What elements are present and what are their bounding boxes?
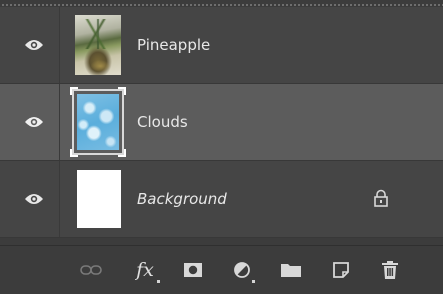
mask-icon: [184, 263, 202, 277]
layers-panel: Pineapple Clouds Background: [0, 7, 443, 238]
adjustment-icon: [234, 262, 250, 278]
add-mask-button[interactable]: [180, 258, 206, 282]
layer-name[interactable]: Background: [137, 190, 227, 208]
clouds-thumbnail-image: [77, 94, 119, 150]
new-layer-icon: [333, 262, 349, 278]
submenu-indicator: [157, 280, 160, 283]
eye-icon[interactable]: [24, 115, 44, 129]
folder-icon: [281, 264, 301, 277]
link-layers-button[interactable]: [78, 258, 104, 282]
visibility-toggle[interactable]: [0, 7, 60, 83]
layer-thumbnail[interactable]: [75, 15, 121, 75]
new-group-button[interactable]: [278, 258, 304, 282]
eye-icon[interactable]: [24, 38, 44, 52]
lock-icon[interactable]: [373, 189, 389, 207]
link-icon: [80, 265, 102, 275]
layers-toolbar: fx: [0, 245, 443, 294]
selection-corner: [70, 149, 78, 157]
adjustment-layer-button[interactable]: [229, 258, 255, 283]
trash-icon: [382, 261, 398, 279]
fx-icon: fx: [136, 258, 154, 281]
selection-corner: [70, 87, 78, 95]
selection-corner: [118, 87, 126, 95]
panel-top-dotted-edge: [0, 0, 443, 6]
layer-style-button[interactable]: fx: [130, 258, 160, 283]
layer-thumbnail[interactable]: [77, 170, 121, 228]
visibility-toggle[interactable]: [0, 84, 60, 160]
delete-layer-button[interactable]: [377, 258, 403, 282]
layer-thumbnail-selected[interactable]: [70, 87, 126, 157]
layer-name[interactable]: Pineapple: [137, 36, 210, 54]
layer-row-background[interactable]: Background: [0, 161, 443, 238]
layer-row-clouds[interactable]: Clouds: [0, 84, 443, 161]
visibility-toggle[interactable]: [0, 161, 60, 237]
layer-name[interactable]: Clouds: [137, 113, 188, 131]
new-layer-button[interactable]: [328, 258, 354, 282]
eye-icon[interactable]: [24, 192, 44, 206]
layer-row-pineapple[interactable]: Pineapple: [0, 7, 443, 84]
submenu-indicator: [252, 280, 255, 283]
selection-corner: [118, 149, 126, 157]
